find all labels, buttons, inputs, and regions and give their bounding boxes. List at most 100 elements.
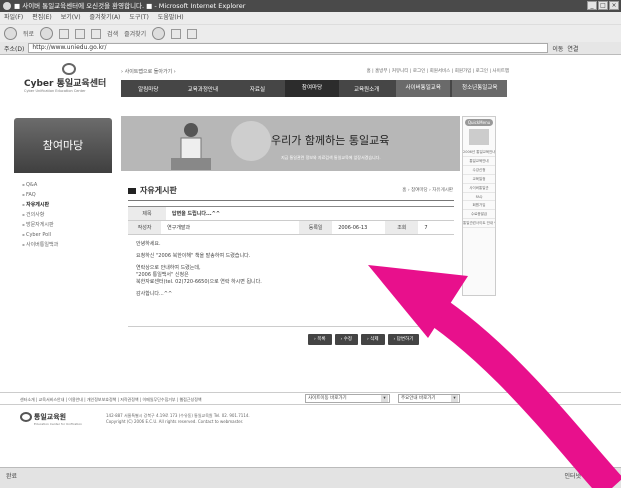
post-body: 안녕하세요. 요청하신 "2006 북한이해" 책을 발송하여 드렸습니다. 연…: [128, 235, 454, 327]
close-button[interactable]: ×: [609, 1, 619, 10]
logo-mark-icon: [62, 63, 76, 75]
footer-address: 142-887 서울특별시 강북구 4.19로 173 (수유동) 통일교육원 …: [106, 413, 250, 425]
quick-item[interactable]: 통일관련사이트 안내 링크: [463, 219, 495, 228]
logo-subtitle: Cyber Unification Education Center: [24, 89, 86, 93]
menu-file[interactable]: 파일(F): [4, 12, 23, 24]
quick-item[interactable]: 통일교육안내: [463, 157, 495, 166]
menu-help[interactable]: 도움말(H): [158, 12, 184, 24]
post-view: 제목 답변을 드립니다...^^ 작성자 연구개발과 등록일 2006-06-1…: [128, 206, 454, 327]
post-body-line: 북한자료센터(tel. 02)720-6650)으로 연락 하시면 됩니다.: [136, 279, 262, 285]
post-author: 연구개발과: [167, 225, 191, 231]
menu-tools[interactable]: 도구(T): [129, 12, 148, 24]
links-label[interactable]: 연결: [567, 44, 578, 53]
ie-icon: [3, 2, 11, 10]
list-button[interactable]: › 목록: [308, 334, 332, 345]
footer-logo-subtitle: Education Center for Unification: [34, 422, 83, 426]
search-label[interactable]: 검색: [107, 29, 118, 38]
quick-menu-title: QuickMenu: [465, 119, 493, 126]
back-icon[interactable]: [4, 27, 17, 40]
stop-icon[interactable]: [59, 28, 70, 39]
quick-menu-image[interactable]: [469, 129, 489, 145]
site-logo[interactable]: Cyber 통일교육센터 Cyber Unification Education…: [24, 63, 116, 93]
quick-item[interactable]: 2006년 통일교육안내: [463, 148, 495, 157]
sidebar-item-encyclopedia[interactable]: 사이버통일백과: [22, 240, 112, 250]
footer-logo-title: 통일교육원: [33, 413, 67, 421]
gnb-item-youth-education[interactable]: 청소년통일교육: [452, 80, 508, 97]
banner-subtitle: 지금 통일관련 정보와 자료검색 통일교육에 앞장서겠습니다.: [281, 155, 381, 160]
gnb-item-courses[interactable]: 교육과정안내: [176, 85, 231, 93]
status-bar: 완료 인터넷: [0, 467, 621, 488]
quick-item[interactable]: 수료증발급: [463, 210, 495, 219]
board-title: 자유게시판: [128, 185, 177, 196]
quick-menu: QuickMenu 2006년 통일교육안내 통일교육안내 수강신청 교육일정 …: [462, 116, 496, 296]
footer-logo: 통일교육원 Education Center for Unification: [20, 412, 90, 426]
back-label[interactable]: 뒤로: [23, 29, 34, 38]
address-input[interactable]: http://www.uniedu.go.kr/: [28, 43, 549, 53]
browser-toolbar: 뒤로 검색 즐겨찾기: [0, 24, 621, 42]
reply-button[interactable]: › 답변하기: [387, 334, 420, 345]
sidebar-item-faq[interactable]: FAQ: [22, 190, 112, 200]
subject-label: 제목: [128, 207, 166, 220]
maximize-button[interactable]: □: [598, 1, 608, 10]
window-title: ■ 사이버 통일교육센터에 오신것을 환영합니다. ■ - Microsoft …: [14, 2, 246, 10]
refresh-icon[interactable]: [75, 28, 86, 39]
hits-label: 조회: [385, 221, 419, 234]
forward-icon[interactable]: [40, 27, 54, 40]
gnb-item-participation[interactable]: 참여마당: [284, 80, 340, 97]
global-nav: 알림마당 교육과정안내 자료실 참여마당 교육원소개 사이버통일교육 청소년통일…: [121, 80, 508, 97]
banner-calligraphy: 우리가 함께하는 통일교육: [271, 134, 390, 147]
mail-icon[interactable]: [171, 28, 182, 39]
post-subject: 답변을 드립니다...^^: [172, 211, 221, 217]
logo-title: Cyber 통일교육센터: [24, 79, 107, 89]
home-icon[interactable]: [91, 28, 102, 39]
edit-button[interactable]: › 수정: [334, 334, 359, 345]
sidebar-item-cyber-poll[interactable]: Cyber Poll: [22, 230, 112, 240]
history-icon[interactable]: [152, 27, 166, 40]
web-page: Cyber 통일교육센터 Cyber Unification Education…: [0, 55, 621, 467]
menu-view[interactable]: 보기(V): [61, 12, 81, 24]
quick-item[interactable]: 사이버통일관: [463, 184, 495, 193]
post-date: 2006-06-13: [338, 225, 368, 231]
favorites-label[interactable]: 즐겨찾기: [124, 29, 146, 38]
minimize-button[interactable]: _: [587, 1, 597, 10]
top-link[interactable]: › 사이트맵으로 돌아가기 ›: [121, 68, 176, 75]
sidebar-item-qna[interactable]: Q&A: [22, 180, 112, 190]
hero-banner: 우리가 함께하는 통일교육 지금 통일관련 정보와 자료검색 통일교육에 앞장서…: [121, 116, 460, 171]
address-bar: 주소(D) http://www.uniedu.go.kr/ 이동 연결: [0, 42, 621, 55]
guide-jump-select[interactable]: 주요안내 바로가기: [398, 394, 460, 403]
print-icon[interactable]: [187, 28, 198, 39]
post-body-line: 요청하신 "2006 북한이해" 책을 발송하여 드렸습니다.: [136, 253, 251, 259]
sidebar-title: 참여마당: [14, 118, 112, 173]
quick-item[interactable]: 회원가입: [463, 201, 495, 210]
menu-favorites[interactable]: 즐겨찾기(A): [90, 12, 121, 24]
quick-item[interactable]: 교육일정: [463, 175, 495, 184]
divider: [128, 200, 454, 201]
gnb-item-cyber-education[interactable]: 사이버통일교육: [395, 80, 451, 97]
delete-button[interactable]: › 삭제: [361, 334, 385, 345]
author-label: 작성자: [128, 221, 162, 234]
sidebar-item-suggestions[interactable]: 건의사항: [22, 210, 112, 220]
quick-item[interactable]: FAQ: [463, 193, 495, 201]
go-button[interactable]: 이동: [552, 44, 563, 53]
person-illustration: [171, 123, 211, 170]
footer-logo-icon: [20, 412, 32, 422]
footer-copyright: Copyright (C) 2006 E.C.U. All rights res…: [106, 419, 244, 424]
utility-links[interactable]: 홈 | 홈방부 | 커뮤니티 | 로그인 | 회원서비스 | 회원가입 | 로그…: [367, 68, 509, 74]
status-zone: 인터넷: [564, 473, 581, 480]
status-text: 완료: [6, 473, 18, 480]
date-label: 등록일: [299, 221, 333, 234]
gnb-item-about[interactable]: 교육원소개: [339, 85, 394, 93]
quick-item[interactable]: 수강신청: [463, 166, 495, 175]
sidebar-item-free-board[interactable]: 자유게시판: [22, 200, 112, 210]
gnb-item-notice[interactable]: 알림마당: [121, 85, 176, 93]
gnb-item-archive[interactable]: 자료실: [230, 85, 285, 93]
sidebar-menu: Q&A FAQ 자유게시판 건의사항 방문자게시판 Cyber Poll 사이버…: [22, 180, 112, 250]
menu-edit[interactable]: 편집(E): [32, 12, 52, 24]
sidebar-item-guestbook[interactable]: 방문자게시판: [22, 220, 112, 230]
post-actions: › 목록 › 수정 › 삭제 › 답변하기: [308, 334, 420, 345]
site-jump-select[interactable]: 사이트이동 바로가기: [305, 394, 390, 403]
address-label: 주소(D): [4, 45, 25, 53]
breadcrumb: 홈 › 참여마당 › 자유게시판: [402, 188, 453, 193]
post-body-line: 연락상으로 안내하여 드렸는데,: [136, 265, 201, 271]
post-subject-row: 제목 답변을 드립니다...^^: [128, 207, 454, 221]
